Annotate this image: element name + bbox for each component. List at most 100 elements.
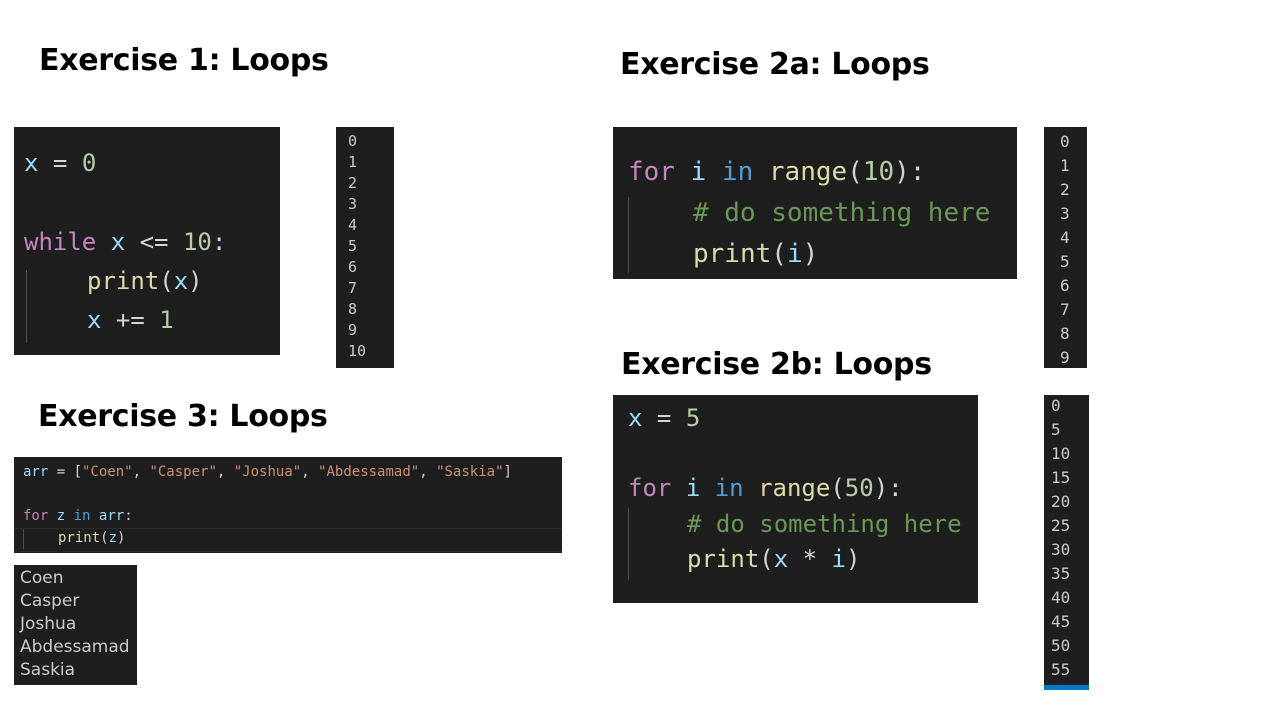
exercise-2a-title: Exercise 2a: Loops <box>620 47 930 82</box>
code-line-3: print(x) <box>87 267 203 295</box>
function-token: print <box>687 545 760 573</box>
output-line: Casper <box>20 591 80 611</box>
operator-token: <= <box>125 228 183 256</box>
operator-token: += <box>101 306 160 334</box>
output-line: Coen <box>20 568 64 588</box>
variable-token: z <box>56 508 66 524</box>
scrollbar-indicator[interactable] <box>1044 685 1089 690</box>
operator-token: = <box>642 404 686 432</box>
output-line: 2 <box>1060 180 1070 199</box>
keyword-token: for <box>628 157 675 187</box>
comment-token: # do something here <box>687 510 962 538</box>
code-line-4: print(x * i) <box>687 545 860 573</box>
exercise-3-code-editor[interactable]: arr = ["Coen", "Casper", "Joshua", "Abde… <box>14 457 562 553</box>
string-token: "Casper" <box>149 464 217 480</box>
output-line: 6 <box>348 258 358 276</box>
punctuation-token: ( <box>847 157 863 187</box>
string-token: "Joshua" <box>233 464 302 480</box>
output-line: Abdessamad <box>20 637 130 657</box>
punctuation-token: ) <box>845 545 861 573</box>
keyword-token: in <box>721 157 754 187</box>
indent-guide <box>628 508 629 580</box>
function-token: range <box>768 157 848 187</box>
number-token: 50 <box>844 474 874 502</box>
punctuation-token: , <box>132 464 150 480</box>
output-line: Joshua <box>20 614 77 634</box>
number-token: 1 <box>159 306 174 334</box>
punctuation-token: ( <box>159 267 174 295</box>
output-line: 5 <box>1051 420 1061 439</box>
code-line-2: for z in arr: <box>23 508 133 524</box>
punctuation-token: : <box>124 508 133 524</box>
output-line: 2 <box>348 174 358 192</box>
variable-token: arr <box>98 508 125 524</box>
exercise-2a-output-terminal[interactable]: 0 1 2 3 4 5 6 7 8 9 <box>1044 127 1087 368</box>
punctuation-token: ( <box>830 474 845 502</box>
exercise-3-output-terminal[interactable]: Coen Casper Joshua Abdessamad Saskia <box>14 565 137 685</box>
variable-token: x <box>110 228 126 256</box>
code-line-1: x = 5 <box>628 404 700 432</box>
exercise-1-code-editor[interactable]: x = 0 while x <= 10: print(x) x += 1 <box>14 127 280 355</box>
output-line: 55 <box>1051 660 1071 679</box>
output-line: 5 <box>348 237 358 255</box>
output-line: 4 <box>348 216 358 234</box>
output-line: 3 <box>348 195 358 213</box>
function-token: print <box>693 239 772 269</box>
code-line-1: x = 0 <box>24 149 96 177</box>
output-line: 4 <box>1060 228 1070 247</box>
punctuation-token: = [ <box>48 464 83 480</box>
code-line-3: print(i) <box>693 239 818 269</box>
variable-token: x <box>24 149 39 177</box>
output-line: 0 <box>1060 132 1070 151</box>
output-line: 8 <box>1060 324 1070 343</box>
punctuation-token: ( <box>100 530 109 546</box>
output-line: 50 <box>1051 636 1071 655</box>
output-line: 6 <box>1060 276 1070 295</box>
keyword-token: in <box>714 474 744 502</box>
output-line: 35 <box>1051 564 1071 583</box>
string-token: "Coen" <box>82 464 133 480</box>
exercise-2b-output-terminal[interactable]: 0 5 10 15 20 25 30 35 40 45 50 55 <box>1044 395 1089 690</box>
output-line: 0 <box>1051 396 1061 415</box>
punctuation-token: ( <box>759 545 774 573</box>
output-line: 7 <box>348 279 358 297</box>
keyword-token: in <box>73 508 91 524</box>
exercise-1-title: Exercise 1: Loops <box>39 43 329 78</box>
keyword-token: while <box>24 228 97 256</box>
code-line-4: x += 1 <box>87 306 174 334</box>
output-line: 0 <box>348 132 358 150</box>
variable-token: x <box>87 306 102 334</box>
exercise-2a-code-editor[interactable]: for i in range(10): # do something here … <box>613 127 1017 279</box>
output-line: 3 <box>1060 204 1070 223</box>
keyword-token: for <box>23 508 49 524</box>
variable-token: i <box>685 474 701 502</box>
code-line-3: # do something here <box>687 510 962 538</box>
number-token: 5 <box>685 404 701 432</box>
exercise-2b-code-editor[interactable]: x = 5 for i in range(50): # do something… <box>613 395 978 603</box>
number-token: 10 <box>862 157 895 187</box>
output-line: 9 <box>348 321 358 339</box>
keyword-token: for <box>628 474 672 502</box>
variable-token: x <box>773 545 789 573</box>
variable-token: arr <box>23 464 49 480</box>
exercise-3-title: Exercise 3: Loops <box>38 399 328 434</box>
string-token: "Abdessamad" <box>318 464 420 480</box>
code-line-2: for i in range(50): <box>628 474 903 502</box>
variable-token: x <box>173 267 189 295</box>
output-line: 5 <box>1060 252 1070 271</box>
punctuation-token: , <box>301 464 319 480</box>
punctuation-token: ): <box>873 474 903 502</box>
operator-token: * <box>788 545 832 573</box>
code-line-1: for i in range(10): <box>628 157 925 187</box>
code-line-1: arr = ["Coen", "Casper", "Joshua", "Abde… <box>23 464 512 480</box>
comment-token: # do something here <box>693 198 991 228</box>
indent-guide <box>628 197 629 273</box>
exercise-2b-title: Exercise 2b: Loops <box>621 347 932 382</box>
output-line: 10 <box>348 342 367 360</box>
code-line-3: print(z) <box>58 530 125 546</box>
exercise-1-output-terminal[interactable]: 0 1 2 3 4 5 6 7 8 9 10 <box>336 127 394 368</box>
punctuation-token: : <box>211 228 227 256</box>
output-line: 10 <box>1051 444 1071 463</box>
variable-token: x <box>628 404 643 432</box>
indent-guide <box>26 270 27 343</box>
